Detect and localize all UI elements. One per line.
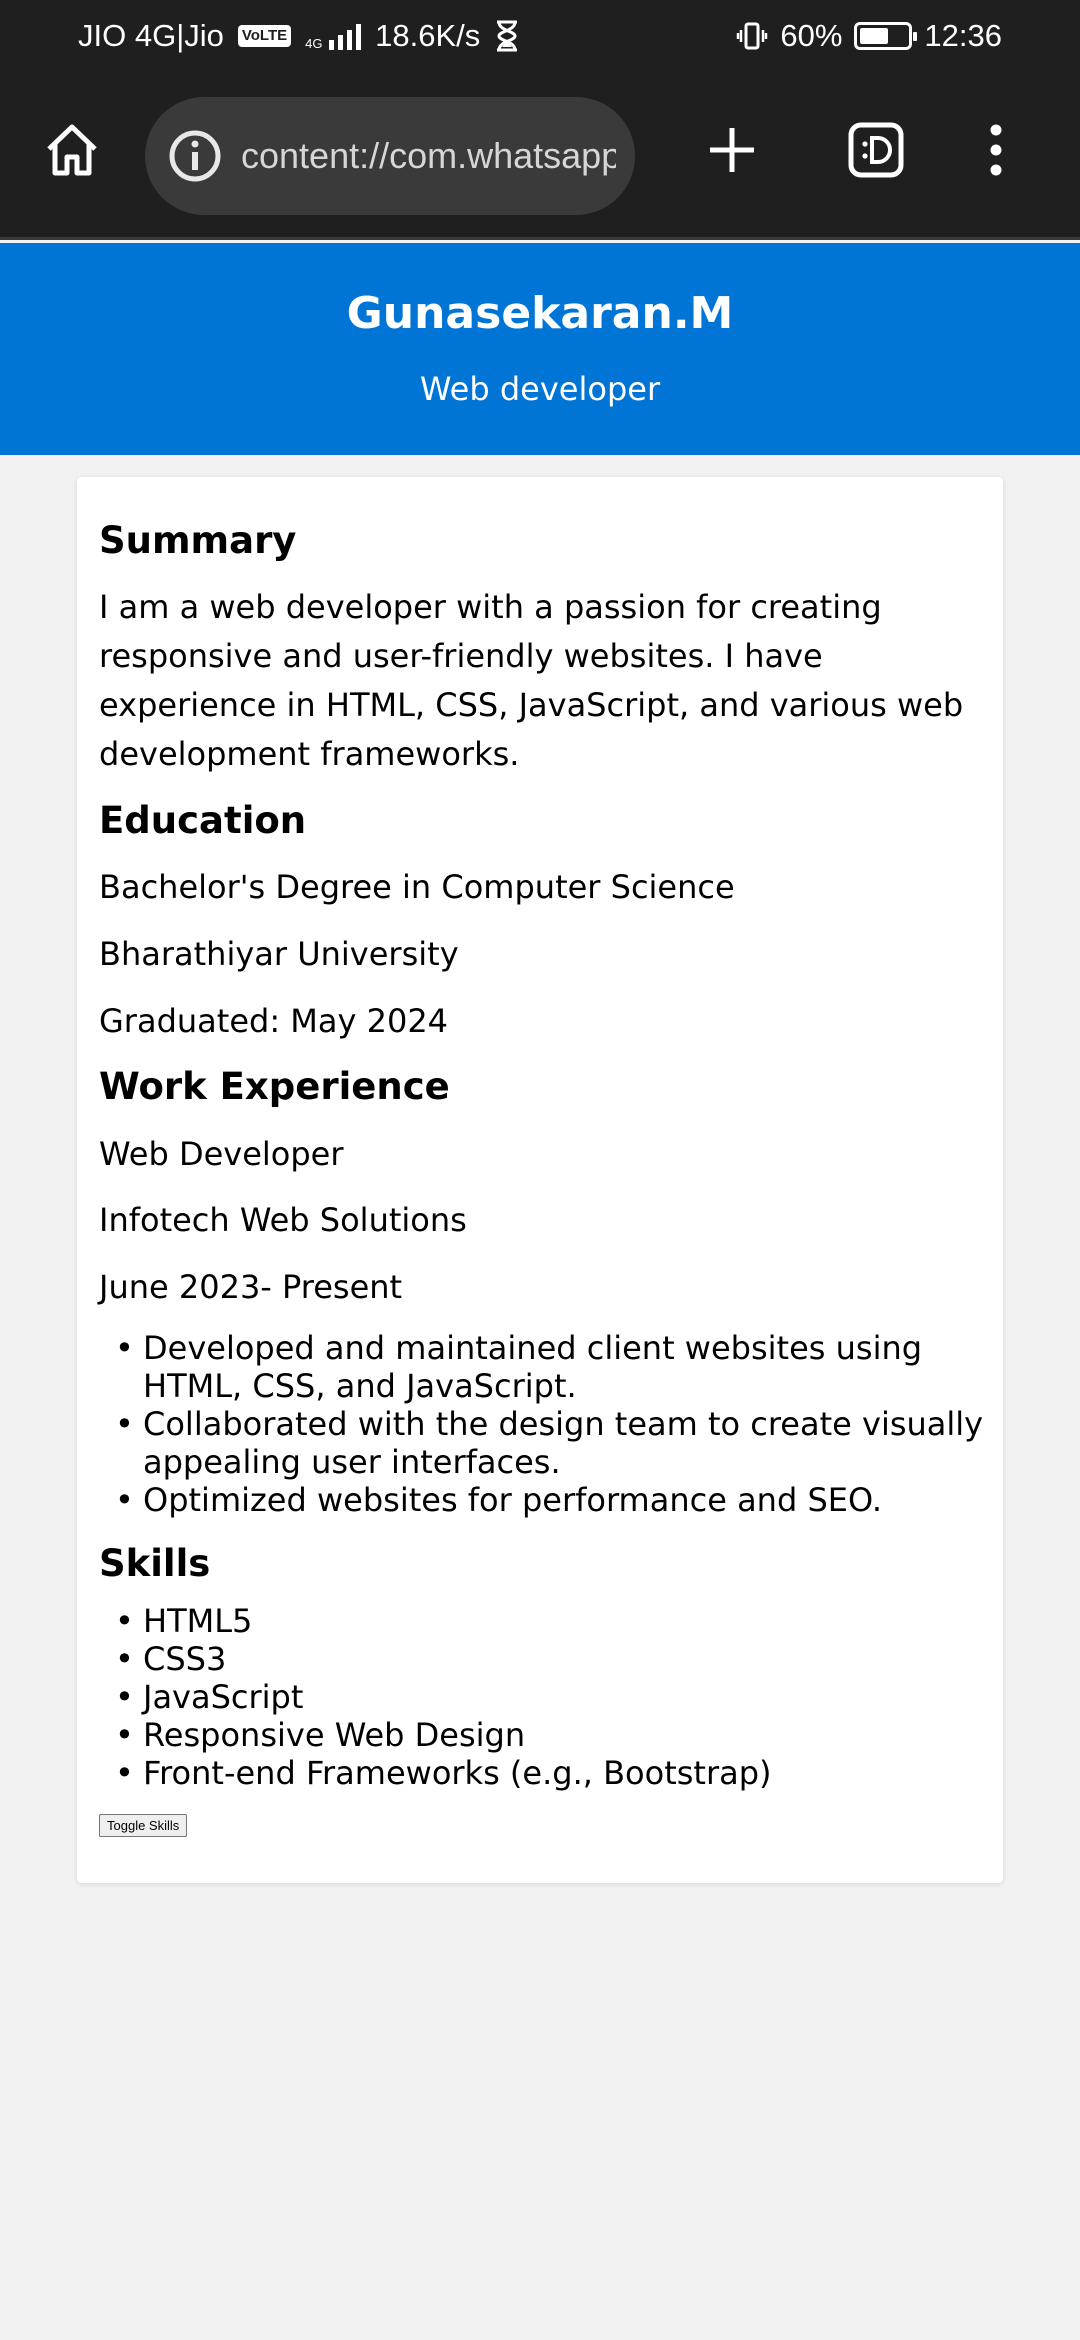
home-icon [47,124,97,176]
page-subtitle: Web developer [419,370,661,408]
volte-badge: VoLTE [237,25,292,47]
list-item: CSS3 [99,1640,989,1678]
url-text[interactable]: content://com.whatsapp [241,135,616,177]
battery-icon [854,22,918,50]
work-period: June 2023- Present [99,1268,403,1306]
work-heading: Work Experience [99,1065,450,1108]
info-icon[interactable] [167,128,223,184]
work-company: Infotech Web Solutions [99,1201,467,1239]
work-duties-list: Developed and maintained client websites… [99,1329,989,1519]
battery-fill [860,28,889,44]
plus-icon [710,128,754,172]
summary-text: I am a web developer with a passion for … [99,588,964,773]
education-graduated: Graduated: May 2024 [99,1002,449,1040]
education-university: Bharathiyar University [99,935,459,973]
list-item: JavaScript [99,1678,989,1716]
skills-heading: Skills [99,1542,211,1585]
network-type: 4G [305,36,323,51]
list-item: Collaborated with the design team to cre… [99,1405,989,1481]
status-bar: JIO 4G|Jio VoLTE 4G 18.6K/s 60% 12:36 [0,0,1080,75]
status-right: 60% 12:36 [736,18,1002,54]
education-degree: Bachelor's Degree in Computer Science [99,868,735,906]
page-title: Gunasekaran.M [346,288,734,339]
address-bar[interactable]: content://com.whatsapp [145,97,635,215]
tab-switcher-button[interactable] [841,115,911,185]
menu-button[interactable] [961,115,1031,185]
clock: 12:36 [924,18,1002,53]
status-left: JIO 4G|Jio VoLTE 4G 18.6K/s [78,18,520,54]
list-item: Optimized websites for performance and S… [99,1481,989,1519]
signal-icon: 4G [305,22,362,51]
work-role: Web Developer [99,1135,344,1173]
battery-percent: 60% [780,18,843,53]
skills-list: HTML5 CSS3 JavaScript Responsive Web Des… [99,1602,989,1792]
summary-heading: Summary [99,519,297,562]
resume-card: Summary I am a web developer with a pass… [77,477,1003,1883]
carrier-label: JIO 4G|Jio [78,18,224,53]
tab-switcher-icon [848,122,904,178]
page-header: Gunasekaran.M Web developer [0,243,1080,455]
list-item: HTML5 [99,1602,989,1640]
home-button[interactable] [37,115,107,185]
toggle-skills-button[interactable]: Toggle Skills [99,1814,188,1837]
hourglass-icon [497,20,518,52]
more-vert-icon [990,124,1002,176]
network-speed: 18.6K/s [375,18,481,53]
browser-toolbar: content://com.whatsapp [0,75,1080,240]
education-heading: Education [99,799,307,842]
new-tab-button[interactable] [697,115,767,185]
list-item: Front-end Frameworks (e.g., Bootstrap) [99,1754,989,1792]
list-item: Developed and maintained client websites… [99,1329,989,1405]
vibrate-icon [737,22,768,50]
list-item: Responsive Web Design [99,1716,989,1754]
